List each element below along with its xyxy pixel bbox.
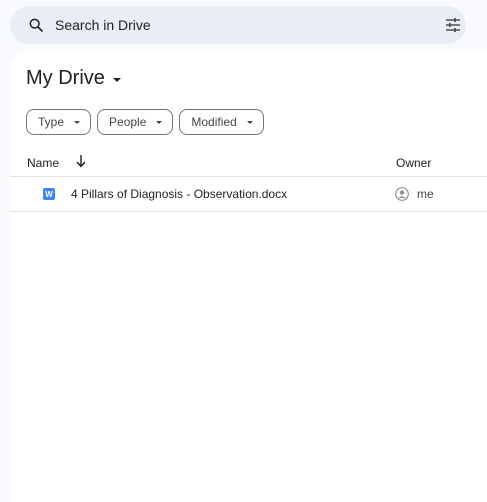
file-owner: me	[417, 187, 434, 201]
chevron-down-icon	[156, 120, 163, 124]
page-title-label: My Drive	[26, 67, 105, 89]
filter-modified-chip[interactable]: Modified	[179, 109, 264, 135]
tune-icon[interactable]	[444, 17, 462, 33]
chevron-down-icon	[74, 120, 81, 124]
arrow-down-icon[interactable]	[76, 154, 86, 168]
search-bar[interactable]: Search in Drive	[10, 6, 466, 44]
filter-people-chip[interactable]: People	[97, 109, 174, 135]
column-header-owner[interactable]: Owner	[396, 156, 431, 170]
page-title[interactable]: My Drive	[26, 67, 121, 90]
filter-chips: Type People Modified	[26, 109, 264, 135]
main-panel: My Drive Type People Modified Name Owner…	[10, 52, 487, 502]
word-doc-icon: W	[43, 188, 55, 200]
filter-people-label: People	[109, 115, 147, 129]
filter-modified-label: Modified	[191, 115, 237, 129]
chevron-down-icon	[112, 77, 121, 82]
search-icon[interactable]	[28, 17, 44, 33]
chevron-down-icon	[246, 120, 253, 124]
file-name[interactable]: 4 Pillars of Diagnosis - Observation.doc…	[71, 187, 287, 201]
account-circle-icon	[395, 187, 409, 201]
filter-type-chip[interactable]: Type	[26, 109, 92, 135]
column-headers: Name Owner	[10, 152, 487, 172]
table-row[interactable]: W 4 Pillars of Diagnosis - Observation.d…	[10, 176, 487, 212]
filter-type-label: Type	[38, 115, 65, 129]
search-input[interactable]: Search in Drive	[55, 17, 151, 33]
column-header-name[interactable]: Name	[27, 156, 59, 170]
